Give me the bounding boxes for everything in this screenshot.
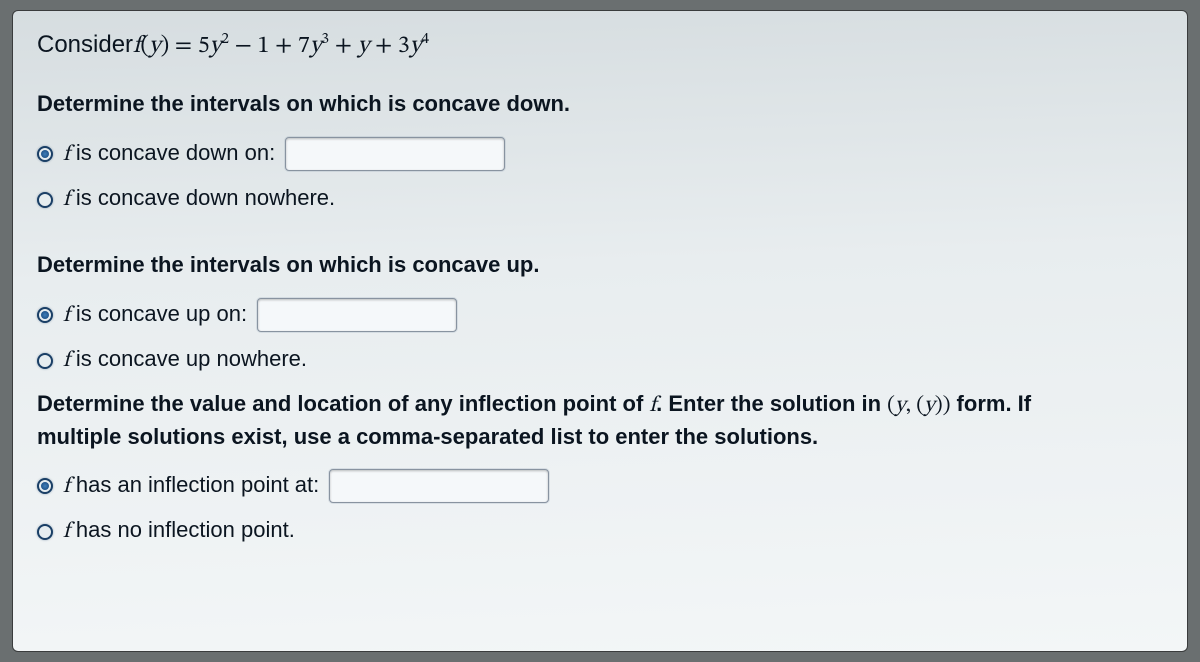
intro-prefix: Consider	[37, 31, 133, 59]
label-inflection-has: f has an inflection point at:	[63, 472, 319, 501]
inflection-heading-part-b: . Enter the solution in	[656, 391, 887, 416]
question-intro: Consider f(y) = 5y2 − 1 + 7y3 + y + 3y4	[37, 29, 1163, 61]
input-concave-down-interval[interactable]	[285, 137, 505, 171]
label-concave-down-nowhere: f is concave down nowhere.	[63, 185, 335, 214]
input-inflection-point[interactable]	[329, 469, 549, 503]
inflection-heading-part-c: form. If	[950, 391, 1031, 416]
option-inflection-has[interactable]: f has an inflection point at:	[37, 469, 1163, 503]
radio-concave-down-on[interactable]	[37, 146, 53, 162]
inflection-heading-line2: multiple solutions exist, use a comma-se…	[37, 422, 1163, 452]
heading-inflection: Determine the value and location of any …	[37, 389, 1163, 451]
inflection-heading-part-a: Determine the value and location of any …	[37, 391, 649, 416]
question-card: Consider f(y) = 5y2 − 1 + 7y3 + y + 3y4 …	[12, 10, 1188, 652]
input-concave-up-interval[interactable]	[257, 298, 457, 332]
option-concave-down-nowhere[interactable]: f is concave down nowhere.	[37, 185, 1163, 214]
radio-concave-down-nowhere[interactable]	[37, 192, 53, 208]
label-concave-down-on: f is concave down on:	[63, 140, 275, 169]
label-concave-up-nowhere: f is concave up nowhere.	[63, 346, 307, 375]
radio-concave-up-nowhere[interactable]	[37, 353, 53, 369]
radio-inflection-has[interactable]	[37, 478, 53, 494]
radio-inflection-none[interactable]	[37, 524, 53, 540]
option-concave-down-on[interactable]: f is concave down on:	[37, 137, 1163, 171]
radio-concave-up-on[interactable]	[37, 307, 53, 323]
label-concave-up-on: f is concave up on:	[63, 301, 247, 330]
option-concave-up-nowhere[interactable]: f is concave up nowhere.	[37, 346, 1163, 375]
heading-concave-down: Determine the intervals on which is conc…	[37, 91, 1163, 117]
heading-concave-up: Determine the intervals on which is conc…	[37, 252, 1163, 278]
option-concave-up-on[interactable]: f is concave up on:	[37, 298, 1163, 332]
label-inflection-none: f has no inflection point.	[63, 517, 295, 546]
option-inflection-none[interactable]: f has no inflection point.	[37, 517, 1163, 546]
intro-function: f(y) = 5y2 − 1 + 7y3 + y + 3y4	[133, 29, 429, 61]
